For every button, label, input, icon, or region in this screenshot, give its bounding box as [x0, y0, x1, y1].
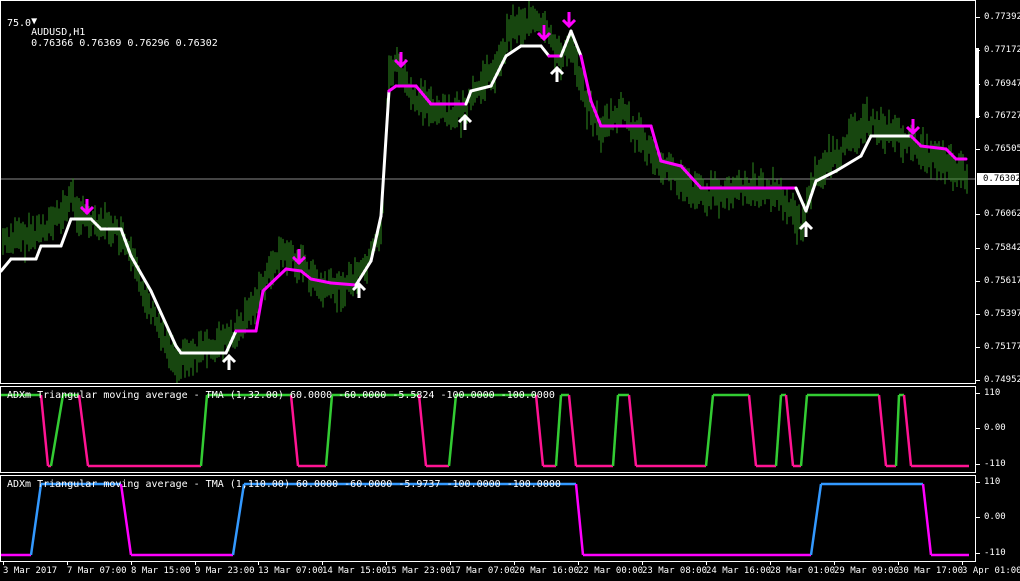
- current-price-tag: 0.76302: [977, 173, 1020, 185]
- indicator2-pane[interactable]: ADXm Triangular moving average - TMA (1,…: [0, 475, 976, 562]
- indicator2-line-transition: [231, 483, 246, 556]
- price-tick: 0.76727: [976, 111, 1020, 121]
- indicator1-tick: 0.00: [976, 423, 1006, 433]
- time-label: 17 Mar 07:00: [450, 562, 516, 576]
- price-tick: 0.77392: [976, 12, 1020, 22]
- price-tick: 0.76505: [976, 144, 1020, 154]
- indicator2-line-transition: [809, 483, 823, 556]
- tma-line-segment: [329, 281, 358, 287]
- price-chart-pane[interactable]: ▼ AUDUSD,H1 0.76366 0.76369 0.76296 0.76…: [0, 0, 976, 384]
- indicator1-line-transition: [902, 394, 913, 467]
- indicator1-line-transition: [534, 394, 545, 467]
- ohlc-values: 0.76366 0.76369 0.76296 0.76302: [31, 38, 218, 49]
- indicator1-line-transition: [417, 394, 428, 467]
- tma-line-segment: [379, 89, 391, 218]
- time-label: 28 Mar 01:00: [770, 562, 836, 576]
- price-tick: 0.76062: [976, 209, 1020, 219]
- indicator1-line-transition: [747, 394, 758, 467]
- indicator1-line-transition: [704, 394, 715, 467]
- indicator1-pane[interactable]: ADXm Triangular moving average - TMA (1,…: [0, 386, 976, 473]
- scroll-marker: [976, 48, 979, 118]
- indicator1-line-transition: [774, 394, 783, 467]
- indicator2-label: ADXm Triangular moving average - TMA (1,…: [7, 479, 561, 490]
- time-label: 29 Mar 09:00: [834, 562, 900, 576]
- symbol-label: AUDUSD,H1: [31, 27, 86, 38]
- indicator1-line-transition: [877, 394, 888, 467]
- time-label: 3 Apr 01:00: [962, 562, 1020, 576]
- dropdown-triangle-icon[interactable]: ▼: [31, 16, 37, 27]
- time-label: 15 Mar 23:00: [386, 562, 452, 576]
- indicator1-line-transition: [554, 394, 563, 467]
- indicator1-tick: 110: [975, 388, 1001, 398]
- time-axis[interactable]: 3 Mar 2017 7 Mar 07:00 8 Mar 15:00 9 Mar…: [0, 562, 1020, 581]
- tma-line-segment: [309, 277, 333, 285]
- indicator1-line-transition: [611, 394, 620, 467]
- indicator2-line-transition: [119, 483, 133, 556]
- time-label: 20 Mar 16:00: [514, 562, 580, 576]
- tma-line-segment: [504, 44, 523, 58]
- indicator1-line-transition: [39, 394, 50, 467]
- indicator1-line-transition: [199, 394, 209, 467]
- indicator2-line-transition: [29, 483, 43, 556]
- chart-subtitle: 75.0: [7, 18, 32, 29]
- time-label: 30 Mar 17:00: [898, 562, 964, 576]
- time-label: 23 Mar 08:00: [642, 562, 708, 576]
- price-tick: 0.75842: [976, 243, 1020, 253]
- price-tick: 0.75397: [976, 309, 1020, 319]
- indicator1-line-transition: [567, 394, 578, 467]
- time-label: 14 Mar 15:00: [322, 562, 388, 576]
- indicator1-tick: -110: [976, 459, 1006, 469]
- tma-line-segment: [1, 257, 13, 273]
- indicator1-line-transition: [77, 394, 90, 467]
- indicator1-line-transition: [447, 394, 458, 467]
- indicator1-line-transition: [627, 394, 638, 467]
- chart-title: ▼ AUDUSD,H1 0.76366 0.76369 0.76296 0.76…: [7, 5, 218, 60]
- indicator1-label: ADXm Triangular moving average - TMA (1,…: [7, 390, 555, 401]
- indicator1-line-transition: [894, 394, 901, 467]
- time-label: 3 Mar 2017: [3, 562, 58, 576]
- time-label: 24 Mar 16:00: [706, 562, 772, 576]
- indicator2-line-transition: [574, 483, 585, 556]
- price-tick: 0.74952: [976, 375, 1020, 385]
- indicator1-line-transition: [289, 394, 300, 467]
- indicator2-tick: -110: [976, 548, 1006, 558]
- indicator1-scale: 110 0.00 -110: [975, 386, 1020, 473]
- time-label: 8 Mar 15:00: [131, 562, 191, 576]
- indicator2-tick: 110: [975, 477, 1001, 487]
- indicator2-line-transition: [921, 483, 933, 556]
- time-label: 13 Mar 07:00: [258, 562, 324, 576]
- indicator1-line-transition: [324, 394, 334, 467]
- price-tick: 0.75617: [976, 276, 1020, 286]
- price-scale[interactable]: 0.77392 0.77172 0.76947 0.76727 0.76505 …: [976, 0, 1020, 385]
- time-label: 22 Mar 00:00: [578, 562, 644, 576]
- time-label: 7 Mar 07:00: [67, 562, 127, 576]
- indicator1-line-transition: [799, 394, 809, 467]
- tma-line-segment: [834, 154, 863, 173]
- indicator1-line-transition: [784, 394, 795, 467]
- tma-line-segment: [34, 244, 43, 261]
- indicator1-line-transition: [49, 394, 65, 467]
- tma-line-segment: [284, 267, 303, 273]
- price-tick: 0.75177: [976, 342, 1020, 352]
- tma-line-segment: [539, 44, 551, 58]
- time-label: 9 Mar 23:00: [195, 562, 255, 576]
- indicator2-scale: 110 0.00 -110: [975, 475, 1020, 562]
- indicator2-tick: 0.00: [976, 512, 1006, 522]
- price-tick: 0.76947: [976, 79, 1020, 89]
- price-tick: 0.77172: [976, 45, 1020, 55]
